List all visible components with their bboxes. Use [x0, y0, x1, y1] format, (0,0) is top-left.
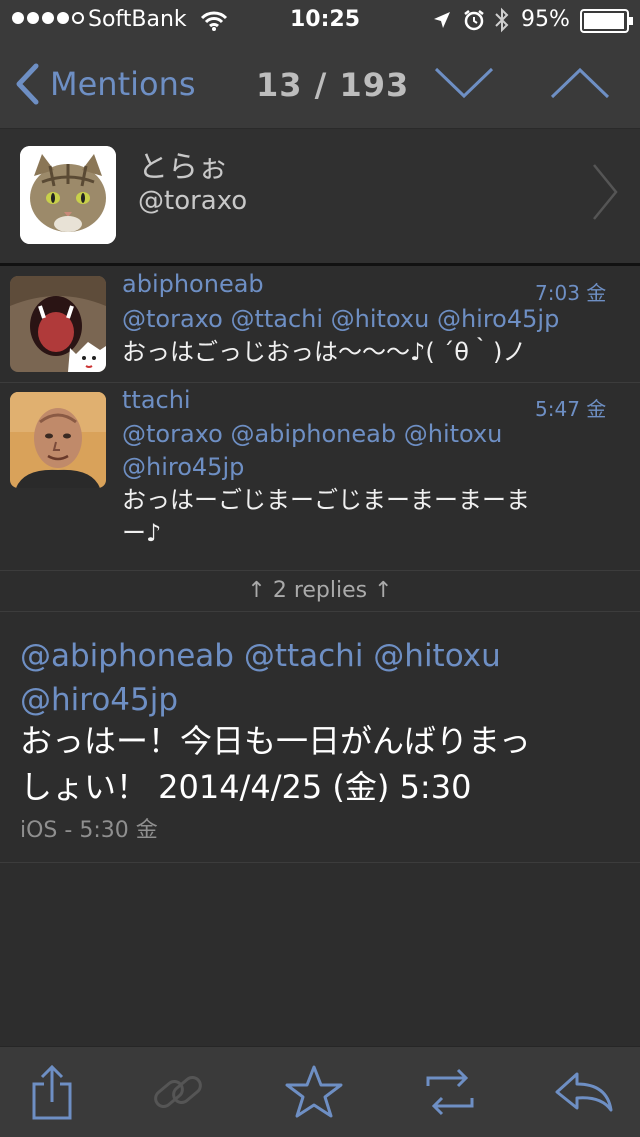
chevron-up-icon[interactable] [550, 66, 610, 100]
carrier-label: SoftBank [88, 7, 187, 32]
text-line: おっはー！今日も一日がんばりまっ [20, 722, 531, 760]
reply-button[interactable] [550, 1060, 620, 1124]
back-button[interactable]: Mentions [14, 60, 196, 108]
tweet-username[interactable]: ttachi [122, 386, 191, 414]
man-avatar-image [10, 392, 106, 488]
alarm-icon [464, 10, 484, 31]
cat-avatar-image [20, 146, 116, 244]
tweet-text: ー♪ [122, 519, 162, 547]
profile-display-name: とらぉ [138, 150, 228, 185]
main-tweet-meta: iOS - 5:30 金 [20, 818, 158, 843]
divider [0, 570, 640, 571]
replies-toggle[interactable]: ↑ 2 replies ↑ [0, 572, 640, 610]
main-tweet-mentions[interactable]: @abiphoneab @ttachi @hitoxu @hiro45jp [20, 634, 620, 722]
avatar [10, 276, 106, 372]
battery-percent: 95% [521, 7, 570, 32]
chevron-down-icon[interactable] [434, 66, 494, 100]
mention-line[interactable]: @hiro45jp [20, 678, 620, 722]
yawning-cat-avatar-image [10, 276, 106, 372]
avatar [20, 146, 116, 244]
avatar [10, 392, 106, 488]
tweet-timestamp: 7:03 金 [535, 281, 607, 305]
battery-icon [580, 9, 633, 33]
retweet-icon [426, 1068, 474, 1116]
tweet-username[interactable]: abiphoneab [122, 270, 264, 298]
tweet-mentions[interactable]: @toraxo @abiphoneab @hitoxu [122, 418, 502, 450]
link-button[interactable] [143, 1060, 213, 1124]
clock: 10:25 [290, 7, 361, 32]
chevron-left-icon [16, 63, 39, 105]
divider [0, 862, 640, 863]
tweet-text: おっはごっじおっは〜〜〜♪( ´θ｀)ノ [122, 338, 527, 366]
bluetooth-icon [495, 7, 509, 33]
signal-strength-icon [12, 12, 84, 24]
tweet-timestamp: 5:47 金 [535, 397, 607, 421]
text-line: しょい！ 2014/4/25 (金) 5:30 [20, 768, 472, 806]
profile-handle: @toraxo [138, 186, 248, 216]
wifi-icon [200, 11, 228, 31]
tweet-counter: 13 / 193 [256, 66, 410, 104]
mention-line[interactable]: @abiphoneab @ttachi @hitoxu [20, 634, 620, 678]
reply-icon [555, 1072, 613, 1112]
share-icon [32, 1064, 72, 1120]
chevron-right-icon [593, 164, 618, 220]
main-tweet-text: おっはー！今日も一日がんばりまっ しょい！ 2014/4/25 (金) 5:30 [20, 718, 620, 810]
favorite-button[interactable] [279, 1060, 349, 1124]
back-button-label: Mentions [50, 65, 196, 103]
link-icon [154, 1076, 202, 1108]
divider [0, 611, 640, 612]
star-icon [285, 1065, 343, 1118]
share-button[interactable] [17, 1060, 87, 1124]
tweet-mentions[interactable]: @toraxo @ttachi @hitoxu @hiro45jp [122, 303, 559, 335]
retweet-button[interactable] [415, 1060, 485, 1124]
location-arrow-icon [434, 12, 450, 28]
tweet-mentions[interactable]: @hiro45jp [122, 451, 244, 483]
tweet-text: おっはーごじまーごじまーまーまーま [122, 486, 530, 514]
